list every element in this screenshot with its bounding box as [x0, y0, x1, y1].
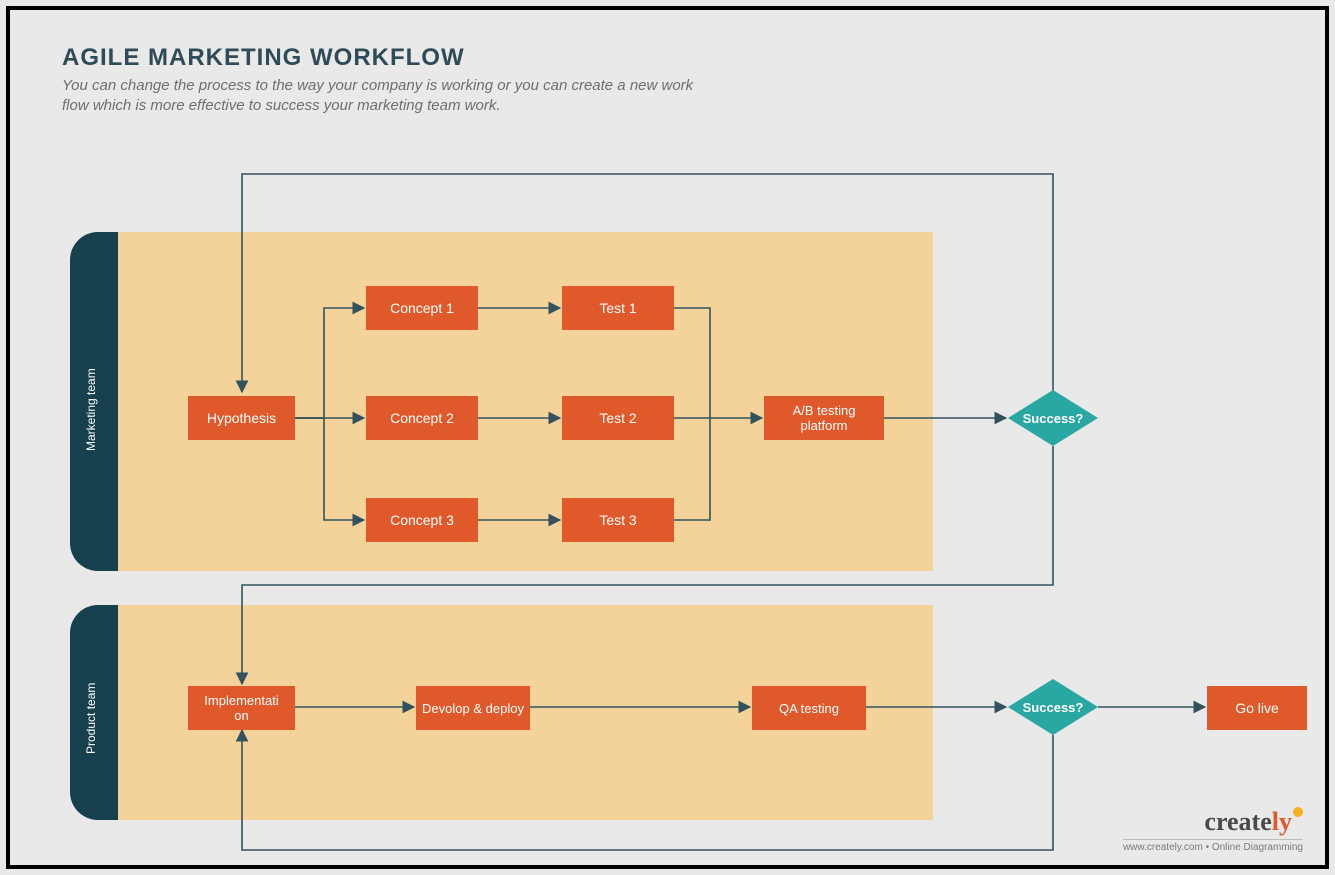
- decision-success-2-label: Success?: [1023, 700, 1084, 715]
- brand-tagline: www.creately.com • Online Diagramming: [1123, 839, 1303, 853]
- bulb-icon: [1293, 807, 1303, 817]
- canvas: AGILE MARKETING WORKFLOW You can change …: [6, 6, 1329, 869]
- node-concept-1[interactable]: Concept 1: [366, 286, 478, 330]
- node-ab-testing[interactable]: A/B testing platform: [764, 396, 884, 440]
- lane-label-product: Product team: [84, 668, 104, 768]
- lane-label-marketing: Marketing team: [84, 350, 104, 470]
- node-test-3[interactable]: Test 3: [562, 498, 674, 542]
- decision-success-2[interactable]: Success?: [1008, 679, 1098, 735]
- diagram-title: AGILE MARKETING WORKFLOW: [62, 44, 465, 72]
- node-go-live[interactable]: Go live: [1207, 686, 1307, 730]
- page-root: AGILE MARKETING WORKFLOW You can change …: [0, 0, 1335, 875]
- brand-name-a: create: [1204, 807, 1271, 836]
- node-concept-3[interactable]: Concept 3: [366, 498, 478, 542]
- decision-success-1-label: Success?: [1023, 411, 1084, 426]
- node-concept-2[interactable]: Concept 2: [366, 396, 478, 440]
- decision-success-1[interactable]: Success?: [1008, 390, 1098, 446]
- node-qa-testing[interactable]: QA testing: [752, 686, 866, 730]
- node-test-1[interactable]: Test 1: [562, 286, 674, 330]
- brand-name-b: ly: [1272, 807, 1292, 836]
- brand-logo: creately: [1204, 807, 1303, 837]
- node-implementation[interactable]: Implementati on: [188, 686, 295, 730]
- node-test-2[interactable]: Test 2: [562, 396, 674, 440]
- node-hypothesis[interactable]: Hypothesis: [188, 396, 295, 440]
- diagram-subtitle: You can change the process to the way yo…: [62, 76, 702, 117]
- node-dev-deploy[interactable]: Devolop & deploy: [416, 686, 530, 730]
